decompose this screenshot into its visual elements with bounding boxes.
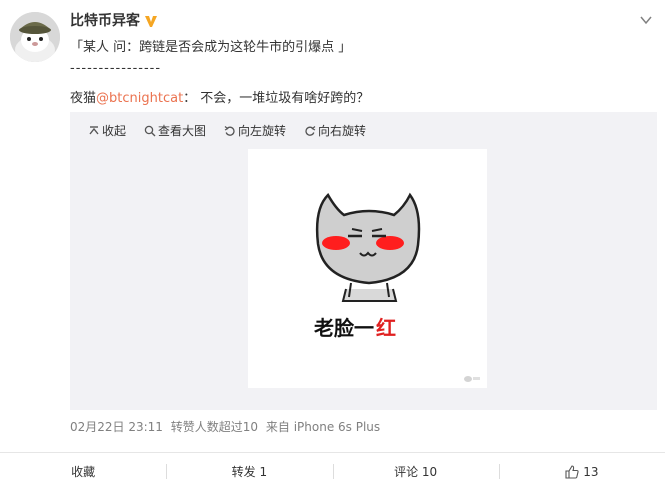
repost-button[interactable]: 转发 1 — [166, 453, 332, 490]
rotate-left-icon — [224, 125, 236, 137]
collapse-icon — [88, 125, 100, 137]
post-time[interactable]: 02月22日 23:11 — [70, 420, 163, 434]
image-caption-red: 红 — [376, 316, 396, 340]
chevron-down-icon[interactable] — [639, 12, 653, 26]
author-name[interactable]: 比特币异客 — [70, 10, 140, 30]
post-text-line-3: 夜猫@btcnightcat： 不会，一堆垃圾有啥好跨的？ — [70, 87, 369, 106]
post-meta: 02月22日 23:11 转赞人数超过10 来自 iPhone 6s Plus — [70, 418, 384, 435]
collapse-button[interactable]: 收起 — [88, 122, 126, 139]
post-text-suffix: ： 不会，一堆垃圾有啥好跨的？ — [183, 91, 370, 106]
favorite-label: 收藏 — [71, 465, 96, 479]
blushing-cat-meme-image: 老脸一 红 — [314, 192, 421, 340]
like-count: 13 — [583, 464, 599, 479]
rotate-right-label: 向右旋转 — [318, 124, 367, 138]
action-bar: 收藏 转发 1 评论 10 13 — [0, 453, 665, 490]
view-large-button[interactable]: 查看大图 — [144, 122, 206, 139]
rotate-right-icon — [304, 125, 316, 137]
verified-badge-icon — [144, 13, 158, 27]
guinea-pig-avatar-icon — [10, 12, 60, 62]
comment-label: 评论 10 — [394, 465, 438, 479]
author-row: 比特币异客 — [70, 10, 158, 30]
image-caption-black: 老脸一 — [314, 316, 374, 340]
post-text-line-1: 「某人 问：跨链是否会成为这轮牛市的引爆点 」 — [70, 40, 352, 55]
post-image[interactable]: 老脸一 红 — [248, 149, 487, 388]
weibo-logo-icon — [464, 376, 480, 382]
like-button[interactable]: 13 — [498, 453, 665, 490]
view-large-label: 查看大图 — [158, 124, 207, 138]
media-toolbar: 收起 查看大图 向左旋转 向右旋转 — [88, 122, 366, 139]
post-separator: ---------------- — [70, 61, 162, 76]
rotate-right-button[interactable]: 向右旋转 — [304, 122, 366, 139]
post-text-prefix: 夜猫 — [70, 91, 97, 106]
post-source[interactable]: 来自 iPhone 6s Plus — [266, 420, 380, 434]
media-viewer: 收起 查看大图 向左旋转 向右旋转 老脸一 红 — [70, 112, 657, 410]
repost-label: 转发 1 — [231, 465, 268, 479]
post-stats: 转赞人数超过10 — [170, 420, 259, 434]
comment-button[interactable]: 评论 10 — [332, 453, 499, 490]
rotate-left-button[interactable]: 向左旋转 — [224, 122, 286, 139]
avatar[interactable] — [10, 12, 60, 62]
user-mention-link[interactable]: @btcnightcat — [96, 91, 183, 106]
weibo-watermark — [463, 374, 481, 383]
favorite-button[interactable]: 收藏 — [0, 453, 166, 490]
rotate-left-label: 向左旋转 — [238, 124, 287, 138]
search-icon — [144, 125, 156, 137]
collapse-label: 收起 — [102, 124, 127, 138]
thumbs-up-icon — [565, 464, 579, 479]
